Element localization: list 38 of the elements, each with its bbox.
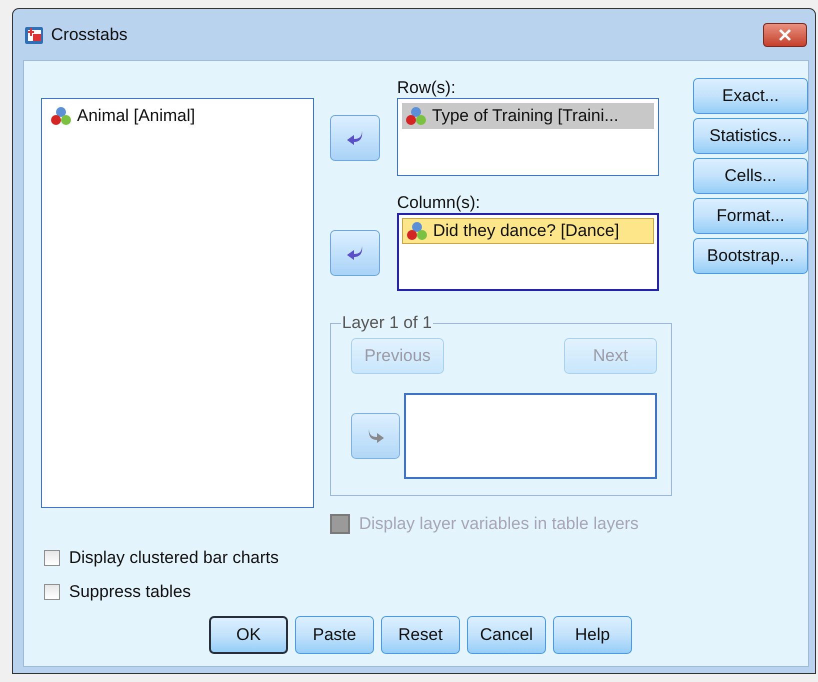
- target-list[interactable]: Type of Training [Traini...: [397, 98, 659, 176]
- nominal-variable-icon: [405, 106, 427, 126]
- list-label: Column(s):: [397, 193, 482, 213]
- variable-label: Did they dance? [Dance]: [433, 221, 620, 241]
- nominal-variable-icon: [50, 106, 72, 126]
- dialog-button[interactable]: OK: [209, 616, 288, 654]
- list-label: Row(s):: [397, 78, 457, 98]
- dialog-button[interactable]: Help: [553, 616, 632, 654]
- dialog-button[interactable]: Paste: [295, 616, 374, 654]
- window-title: Crosstabs: [51, 24, 128, 44]
- variable-label: Animal [Animal]: [77, 106, 196, 126]
- dialog-button[interactable]: Exact...: [693, 78, 808, 114]
- layer-list[interactable]: [404, 393, 657, 479]
- arrow-left-icon: [345, 245, 365, 261]
- arrow-left-icon: [345, 130, 365, 146]
- checkbox[interactable]: [44, 584, 60, 600]
- variable-label: Type of Training [Traini...: [432, 106, 618, 126]
- variable-item[interactable]: Did they dance? [Dance]: [402, 218, 654, 244]
- dialog-button[interactable]: Format...: [693, 198, 808, 234]
- dialog-button[interactable]: Cells...: [693, 158, 808, 194]
- variable-list[interactable]: Animal [Animal]: [41, 98, 314, 508]
- close-icon: [778, 28, 792, 40]
- dialog-button[interactable]: Cancel: [467, 616, 546, 654]
- checkbox-label: Suppress tables: [69, 582, 191, 602]
- nominal-variable-icon: [406, 221, 428, 241]
- move-button[interactable]: [330, 230, 380, 276]
- variable-item[interactable]: Animal [Animal]: [47, 103, 308, 129]
- close-button[interactable]: [763, 22, 807, 46]
- checkbox-label: Display clustered bar charts: [69, 548, 279, 568]
- dialog-button[interactable]: Reset: [381, 616, 460, 654]
- variable-item[interactable]: Type of Training [Traini...: [402, 103, 654, 129]
- group-title: Layer 1 of 1: [341, 313, 433, 333]
- target-list[interactable]: Did they dance? [Dance]: [397, 213, 659, 291]
- checkbox[interactable]: [44, 550, 60, 566]
- dialog-button[interactable]: Bootstrap...: [693, 238, 808, 274]
- move-button[interactable]: [330, 115, 380, 161]
- dialog-button[interactable]: Statistics...: [693, 118, 808, 154]
- checkbox-label: Display layer variables in table layers: [359, 514, 639, 534]
